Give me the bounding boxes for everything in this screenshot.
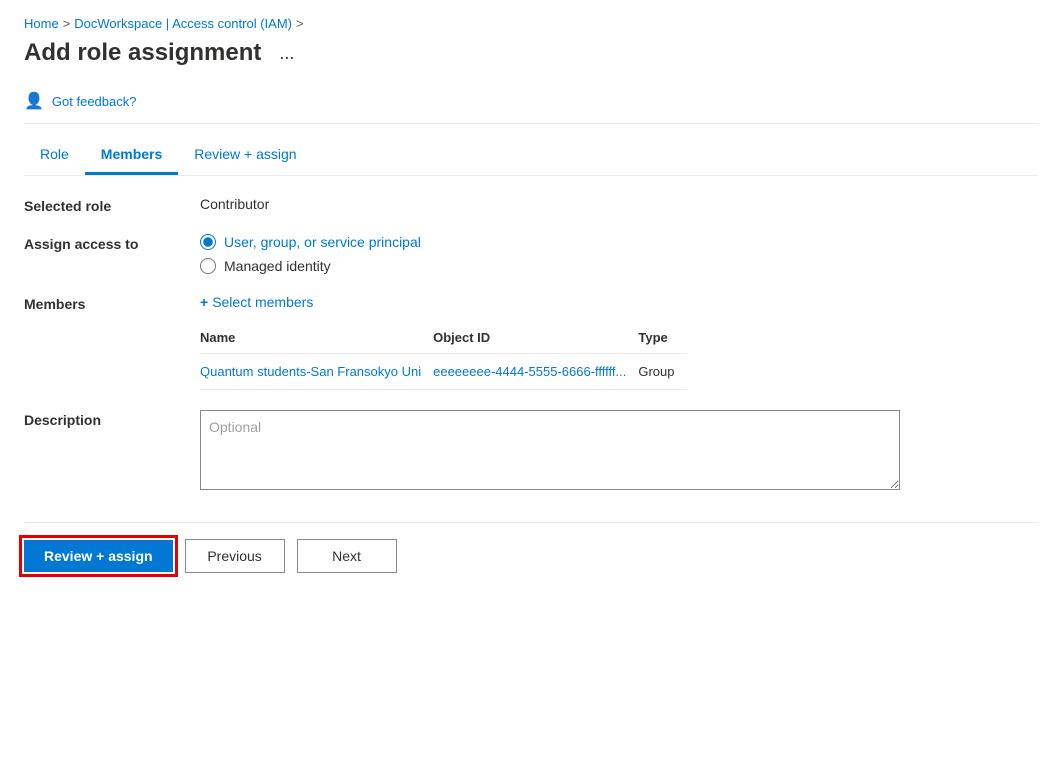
selected-role-row: Selected role Contributor: [24, 196, 1038, 214]
members-table-header-row: Name Object ID Type: [200, 322, 687, 354]
tabs-row: Role Members Review + assign: [24, 136, 1038, 176]
breadcrumb-home[interactable]: Home: [24, 16, 59, 31]
breadcrumb-sep1: >: [63, 16, 71, 31]
radio-user-input[interactable]: [200, 234, 216, 250]
next-button[interactable]: Next: [297, 539, 397, 573]
members-section: + Select members Name Object ID Type Qua…: [200, 294, 687, 390]
assign-access-row: Assign access to User, group, or service…: [24, 234, 1038, 274]
breadcrumb: Home > DocWorkspace | Access control (IA…: [24, 16, 1038, 31]
select-members-label: Select members: [212, 294, 313, 310]
radio-managed-input[interactable]: [200, 258, 216, 274]
description-row: Description: [24, 410, 1038, 490]
radio-option-user[interactable]: User, group, or service principal: [200, 234, 421, 250]
selected-role-label: Selected role: [24, 196, 184, 214]
selected-role-value: Contributor: [200, 196, 269, 212]
footer-actions: Review + assign Previous Next: [24, 522, 1038, 573]
members-table-body: Quantum students-San Fransokyo Uni eeeee…: [200, 354, 687, 390]
members-row: Members + Select members Name Object ID …: [24, 294, 1038, 390]
breadcrumb-workspace[interactable]: DocWorkspace | Access control (IAM): [74, 16, 292, 31]
tab-role[interactable]: Role: [24, 136, 85, 175]
col-objectid: Object ID: [433, 322, 638, 354]
previous-button[interactable]: Previous: [185, 539, 285, 573]
feedback-icon: 👤: [24, 91, 44, 111]
members-table-head: Name Object ID Type: [200, 322, 687, 354]
page-wrapper: Home > DocWorkspace | Access control (IA…: [0, 0, 1062, 762]
description-label: Description: [24, 410, 184, 428]
radio-group: User, group, or service principal Manage…: [200, 234, 421, 274]
members-table: Name Object ID Type Quantum students-San…: [200, 322, 687, 390]
page-title: Add role assignment: [24, 39, 261, 67]
radio-user-label: User, group, or service principal: [224, 234, 421, 250]
assign-access-label: Assign access to: [24, 234, 184, 252]
ellipsis-button[interactable]: ...: [273, 41, 300, 66]
tab-members[interactable]: Members: [85, 136, 178, 175]
review-assign-button[interactable]: Review + assign: [24, 540, 173, 572]
feedback-bar[interactable]: 👤 Got feedback?: [24, 83, 1038, 124]
select-members-button[interactable]: + Select members: [200, 294, 687, 310]
col-name: Name: [200, 322, 433, 354]
radio-option-managed[interactable]: Managed identity: [200, 258, 421, 274]
members-label: Members: [24, 294, 184, 312]
cell-objectid: eeeeeeee-4444-5555-6666-ffffff...: [433, 354, 638, 390]
form-section: Selected role Contributor Assign access …: [24, 196, 1038, 490]
tab-review-assign[interactable]: Review + assign: [178, 136, 312, 175]
table-row: Quantum students-San Fransokyo Uni eeeee…: [200, 354, 687, 390]
plus-icon: +: [200, 294, 208, 310]
col-type: Type: [638, 322, 686, 354]
radio-managed-label: Managed identity: [224, 258, 331, 274]
page-title-row: Add role assignment ...: [24, 39, 1038, 67]
cell-name: Quantum students-San Fransokyo Uni: [200, 354, 433, 390]
breadcrumb-sep2: >: [296, 16, 304, 31]
cell-type: Group: [638, 354, 686, 390]
description-input[interactable]: [200, 410, 900, 490]
feedback-label: Got feedback?: [52, 94, 137, 109]
